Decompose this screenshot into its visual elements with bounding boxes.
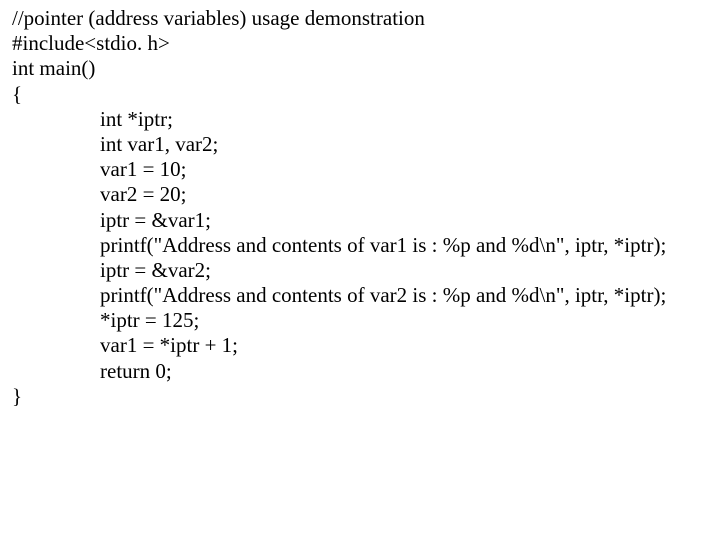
code-line: } [12,384,708,409]
code-line: { [12,82,708,107]
code-line: *iptr = 125; [12,308,708,333]
code-line: //pointer (address variables) usage demo… [12,6,708,31]
code-line: var1 = 10; [12,157,708,182]
code-line: printf("Address and contents of var1 is … [12,233,708,258]
code-line: int *iptr; [12,107,708,132]
code-line: return 0; [12,359,708,384]
code-line: iptr = &var2; [12,258,708,283]
code-line: #include<stdio. h> [12,31,708,56]
code-line: int var1, var2; [12,132,708,157]
code-line: var2 = 20; [12,182,708,207]
code-line: var1 = *iptr + 1; [12,333,708,358]
code-line: iptr = &var1; [12,208,708,233]
code-line: int main() [12,56,708,81]
code-line: printf("Address and contents of var2 is … [12,283,708,308]
code-document: //pointer (address variables) usage demo… [0,0,720,415]
